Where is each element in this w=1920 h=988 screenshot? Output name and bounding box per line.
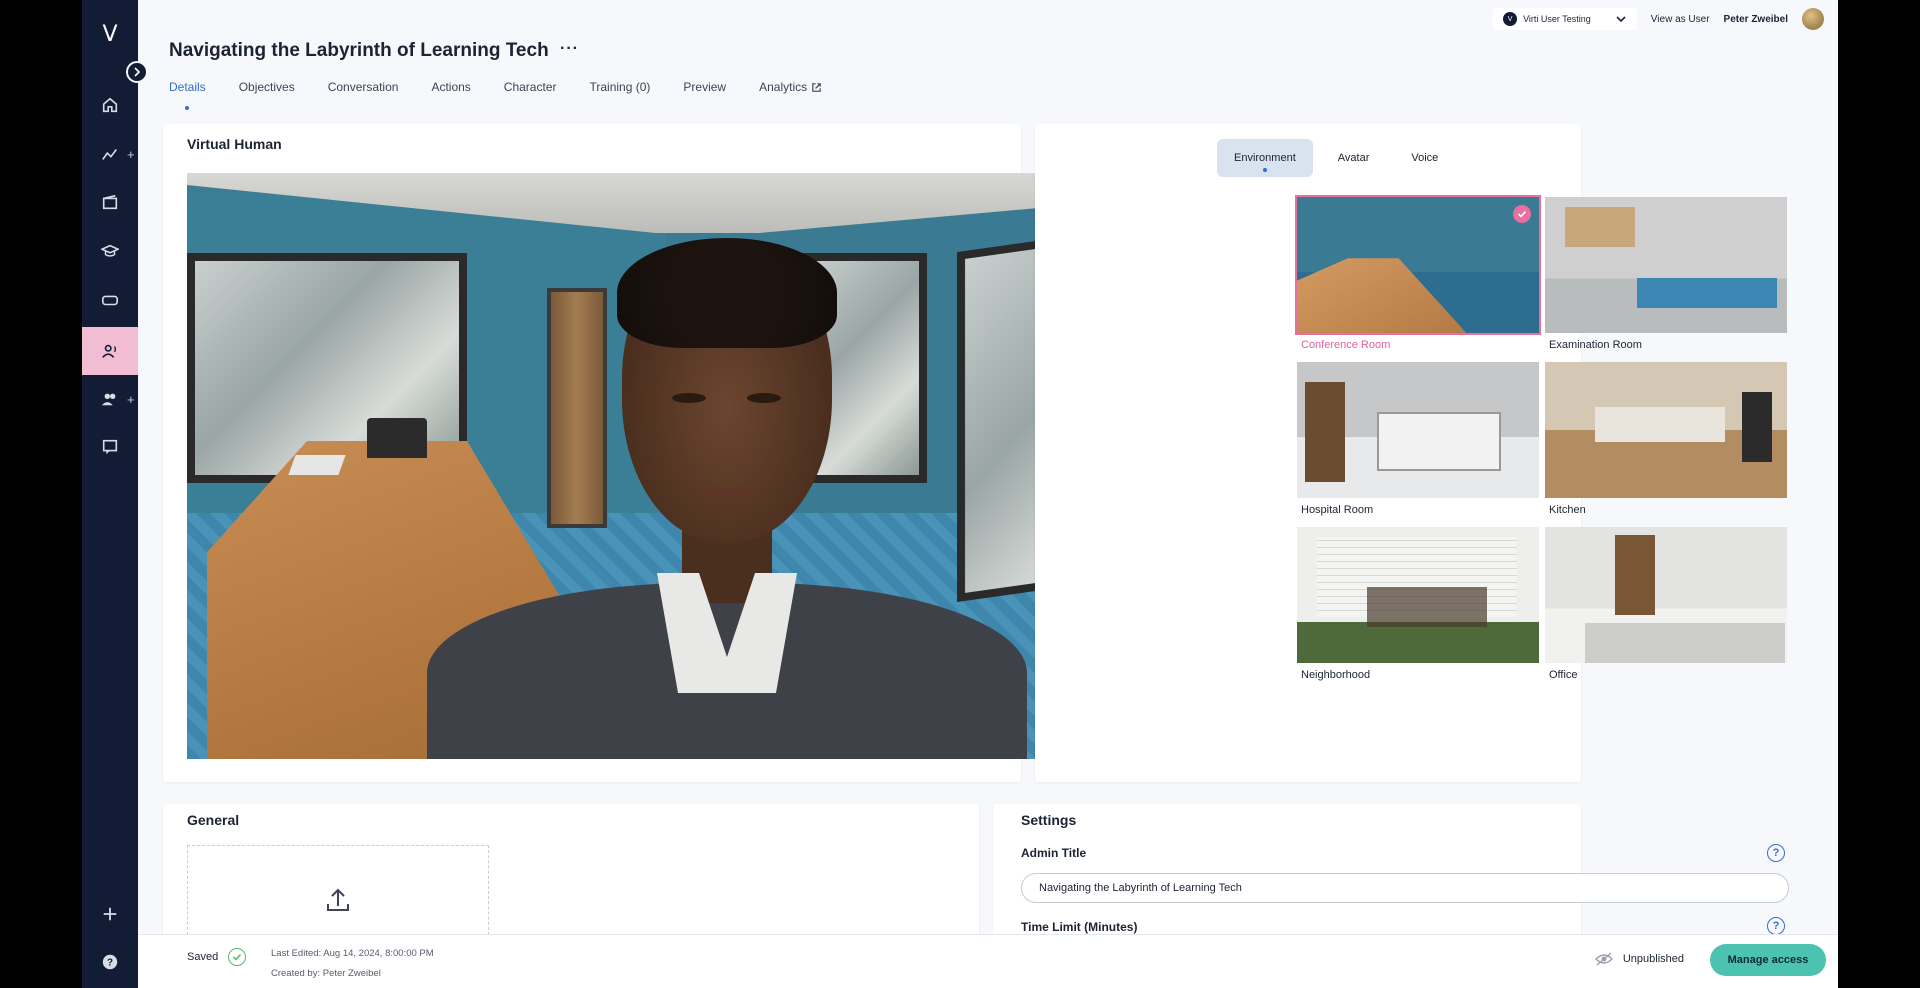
last-edited-text: Last Edited: Aug 14, 2024, 8:00:00 PM — [271, 948, 434, 959]
saved-label: Saved — [187, 951, 219, 963]
tab-analytics-label: Analytics — [759, 80, 808, 94]
detail-tabs: Details Objectives Conversation Actions … — [169, 80, 855, 94]
edit-metadata: Last Edited: Aug 14, 2024, 8:00:00 PM Cr… — [271, 944, 434, 984]
plus-icon — [103, 907, 117, 921]
environment-tabs: Environment Avatar Voice — [1217, 139, 1455, 177]
tab-voice[interactable]: Voice — [1394, 139, 1455, 177]
users-icon — [101, 393, 116, 406]
virtual-human-title: Virtual Human — [187, 136, 282, 152]
org-logo-icon: V — [1503, 12, 1518, 26]
chevron-down-icon — [1616, 16, 1626, 23]
sidebar-item-virtual-humans[interactable] — [82, 327, 138, 375]
clapperboard-icon — [102, 194, 118, 210]
environment-label-neighborhood[interactable]: Neighborhood — [1301, 669, 1370, 681]
help-button[interactable]: ? — [82, 942, 138, 982]
virti-logo[interactable]: V — [82, 22, 138, 47]
add-user-icon[interactable]: + — [127, 392, 135, 407]
analytics-icon — [102, 149, 117, 160]
sidebar: V + + ? — [82, 0, 148, 988]
avatar-hair — [617, 238, 837, 348]
page-title: Navigating the Labyrinth of Learning Tec… — [169, 40, 549, 61]
tab-avatar[interactable]: Avatar — [1321, 139, 1387, 177]
time-limit-help-icon[interactable]: ? — [1767, 917, 1785, 935]
tab-analytics[interactable]: Analytics — [759, 80, 822, 94]
environment-label-kitchen[interactable]: Kitchen — [1549, 504, 1586, 516]
sidebar-item-home[interactable] — [82, 85, 138, 125]
avatar-mouth — [695, 488, 755, 498]
org-name: Virti User Testing — [1523, 14, 1591, 24]
tab-environment[interactable]: Environment — [1217, 139, 1313, 177]
tab-objectives[interactable]: Objectives — [239, 80, 295, 94]
help-circle-icon: ? — [102, 954, 118, 970]
create-button[interactable] — [82, 894, 138, 934]
tab-preview[interactable]: Preview — [683, 80, 726, 94]
graduation-cap-icon — [101, 244, 119, 257]
environment-thumbnail-conference-room[interactable] — [1295, 195, 1541, 335]
environment-thumbnail-kitchen[interactable] — [1545, 362, 1787, 498]
user-avatar[interactable] — [1802, 8, 1824, 30]
sidebar-item-vr[interactable] — [82, 280, 138, 320]
publish-status-label: Unpublished — [1622, 953, 1684, 965]
user-name[interactable]: Peter Zweibel — [1724, 14, 1788, 25]
scene-laptop — [288, 455, 346, 475]
upload-icon — [327, 888, 349, 911]
add-analytics-icon[interactable]: + — [127, 147, 135, 162]
admin-title-help-icon[interactable]: ? — [1767, 844, 1785, 862]
tab-details[interactable]: Details — [169, 80, 206, 94]
environment-thumbnail-office[interactable] — [1545, 527, 1787, 663]
scene-chair — [367, 418, 427, 458]
vr-headset-icon — [101, 295, 119, 306]
admin-title-input[interactable]: Navigating the Labyrinth of Learning Tec… — [1021, 873, 1789, 903]
settings-title: Settings — [1021, 812, 1077, 828]
home-icon — [102, 97, 118, 113]
virtual-human-icon — [102, 344, 117, 358]
chat-icon — [102, 439, 118, 455]
environment-thumbnail-neighborhood[interactable] — [1297, 527, 1539, 663]
organization-selector[interactable]: V Virti User Testing — [1493, 8, 1637, 30]
eye-off-icon — [1594, 952, 1613, 966]
environment-label-conference-room[interactable]: Conference Room — [1301, 339, 1390, 351]
view-as-user-link[interactable]: View as User — [1651, 14, 1710, 25]
sidebar-item-videos[interactable] — [82, 182, 138, 222]
chevron-right-icon — [134, 67, 141, 77]
virtual-human-avatar — [427, 238, 1027, 759]
manage-access-button[interactable]: Manage access — [1710, 944, 1826, 976]
environment-label-hospital-room[interactable]: Hospital Room — [1301, 504, 1373, 516]
app-window: V + + ? V Virti User Testing View as Use… — [82, 0, 1838, 988]
external-link-icon — [812, 82, 821, 92]
created-by-text: Created by: Peter Zweibel — [271, 968, 381, 979]
environment-thumbnail-examination-room[interactable] — [1545, 197, 1787, 333]
saved-status: Saved — [187, 948, 247, 966]
environment-label-office[interactable]: Office — [1549, 669, 1578, 681]
tab-actions[interactable]: Actions — [431, 80, 470, 94]
tab-training[interactable]: Training (0) — [589, 80, 650, 94]
tab-character[interactable]: Character — [504, 80, 557, 94]
svg-text:?: ? — [107, 958, 113, 969]
topbar: V Virti User Testing View as User Peter … — [1493, 8, 1824, 30]
sidebar-item-courses[interactable] — [82, 231, 138, 271]
sidebar-item-feedback[interactable] — [82, 427, 138, 467]
environment-label-examination-room[interactable]: Examination Room — [1549, 339, 1642, 351]
more-options-button[interactable]: ··· — [560, 40, 579, 58]
avatar-eye-left — [672, 393, 706, 403]
expand-sidebar-button[interactable] — [126, 61, 148, 83]
time-limit-label: Time Limit (Minutes) — [1021, 920, 1138, 934]
admin-title-label: Admin Title — [1021, 846, 1087, 860]
checkmark-icon — [1513, 205, 1531, 223]
avatar-eye-right — [747, 393, 781, 403]
upload-dropzone[interactable] — [187, 845, 489, 935]
publish-status[interactable]: Unpublished — [1594, 952, 1684, 966]
environment-thumbnail-hospital-room[interactable] — [1297, 362, 1539, 498]
tab-conversation[interactable]: Conversation — [328, 80, 399, 94]
check-circle-icon — [228, 948, 247, 966]
general-title: General — [187, 812, 240, 828]
